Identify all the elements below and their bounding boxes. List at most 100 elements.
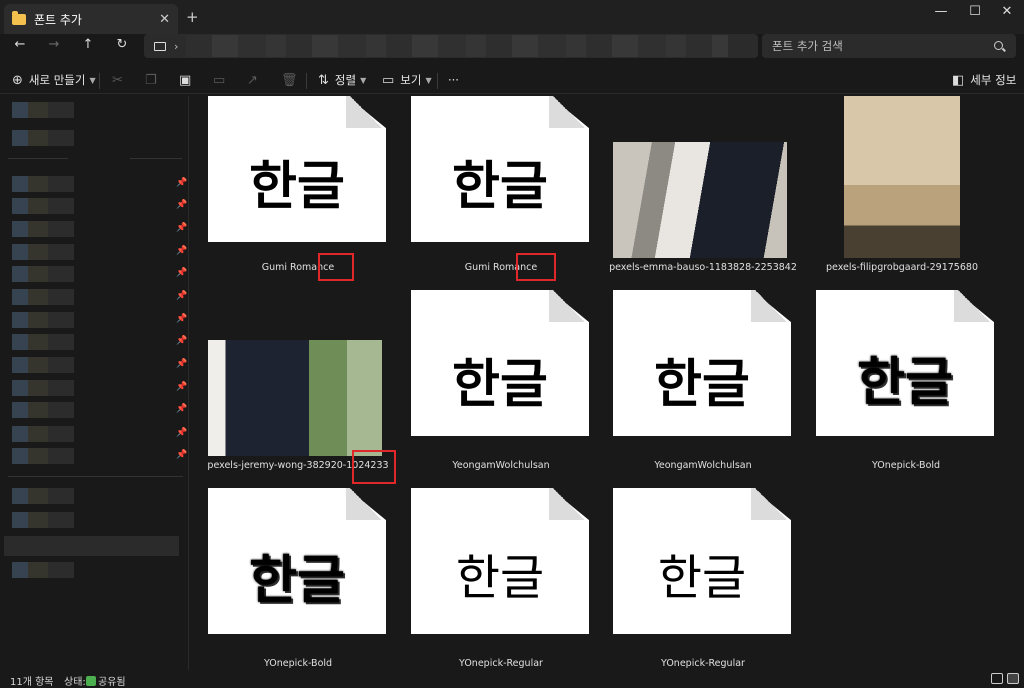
minimize-button[interactable]: — [926,4,956,19]
font-preview-glyph: 한글 [455,550,545,606]
tab-title: 폰트 추가 [34,12,82,27]
nav-item-selected[interactable] [4,536,179,556]
file-name: Gumi Romance [464,262,538,273]
view-button[interactable]: ▭ 보기 ▼ [382,71,432,89]
nav-item[interactable] [12,312,74,328]
pin-icon: 📌 [176,404,188,414]
nav-item[interactable] [12,334,74,350]
file-name: YOnepick-Regular [459,658,543,669]
shared-status: 공유됨 [86,673,126,688]
page-fold [751,488,791,520]
font-preview-glyph: 한글 [654,355,750,415]
font-preview-glyph: 한글 [452,355,548,415]
pin-icon: 📌 [176,200,188,210]
highlight-box [352,450,396,484]
nav-item[interactable] [12,402,74,418]
page-fold [549,290,589,322]
large-icons-view-button[interactable] [1007,673,1019,684]
blurred-path [186,35,728,57]
nav-item[interactable] [12,488,74,504]
photo-thumbnail [208,340,382,456]
nav-item[interactable] [12,512,74,528]
shared-icon [86,676,96,686]
more-options-button[interactable]: ··· [448,71,459,89]
clipboard-icon: ▣ [179,72,192,88]
rename-icon: ▭ [213,72,226,88]
font-preview-glyph: 한글 [657,550,747,606]
computer-icon [154,41,166,51]
folder-icon [12,10,26,25]
file-name: YeongamWolchulsan [452,460,550,471]
divider [306,73,307,89]
rename-button[interactable]: ▭ [213,71,231,89]
trash-icon: 🗑 [281,72,298,88]
new-button-label: 새로 만들기 [28,73,86,87]
pin-icon: 📌 [176,428,188,438]
state-label: 상태: [64,677,86,688]
nav-item[interactable] [12,448,74,464]
pin-icon: 📌 [176,291,188,301]
item-count: 11개 항목 [10,677,54,688]
page-fold [549,96,589,128]
pin-icon: 📌 [176,268,188,278]
details-view-button[interactable] [991,673,1003,684]
nav-item[interactable] [12,176,74,192]
refresh-button[interactable]: ↻ [110,37,134,55]
share-button[interactable]: ↗ [247,71,264,89]
file-name: pexels-emma-bauso-1183828-2253842 [609,262,797,273]
delete-button[interactable]: 🗑 [281,71,304,89]
cut-button[interactable]: ✂ [112,71,129,89]
file-name: pexels-filipgrobgaard-29175680 [826,262,978,273]
page-fold [549,488,589,520]
paste-button[interactable]: ▣ [179,71,197,89]
nav-item[interactable] [12,244,74,260]
nav-item[interactable] [12,198,74,214]
navigation-pane: 📌 📌 📌 📌 📌 📌 📌 📌 📌 📌 📌 📌 📌 [0,96,189,670]
nav-item[interactable] [12,357,74,373]
scissors-icon: ✂ [112,72,123,88]
font-preview-glyph: 한글 [249,551,345,611]
view-icon: ▭ [382,72,395,88]
nav-item[interactable] [12,102,74,118]
nav-item[interactable] [12,130,74,146]
details-pane-button[interactable]: ◧ 세부 정보 [952,71,1016,89]
highlight-box [516,253,556,281]
font-preview-glyph: 한글 [452,157,548,217]
close-window-button[interactable]: ✕ [992,4,1022,19]
new-tab-button[interactable]: + [186,8,199,26]
up-button[interactable]: ↑ [76,37,100,55]
copy-button[interactable]: ❐ [145,71,163,89]
nav-item[interactable] [12,266,74,282]
nav-item[interactable] [12,562,74,578]
address-bar[interactable]: › [144,34,758,58]
details-pane-icon: ◧ [952,72,965,88]
file-name: YeongamWolchulsan [654,460,752,471]
search-input[interactable] [762,34,1016,58]
divider [437,73,438,89]
forward-button[interactable]: → [42,37,66,55]
sort-button[interactable]: ⇅ 정렬 ▼ [318,71,366,89]
chevron-down-icon: ▼ [89,75,96,85]
tab-font-folder[interactable]: 폰트 추가 ✕ [4,4,178,34]
nav-item[interactable] [12,380,74,396]
page-fold [346,96,386,128]
divider [99,73,100,89]
more-icon: ··· [448,73,459,87]
copy-icon: ❐ [145,72,157,88]
nav-item[interactable] [12,289,74,305]
nav-item[interactable] [12,426,74,442]
pin-icon: 📌 [176,246,188,256]
status-bar: 11개 항목 상태: 공유됨 [0,670,1024,688]
divider [8,158,68,159]
pin-icon: 📌 [176,450,188,460]
tab-close-button[interactable]: ✕ [159,12,170,27]
maximize-button[interactable]: ☐ [960,4,990,19]
new-button[interactable]: ⊕ 새로 만들기 ▼ [12,71,96,89]
pin-icon: 📌 [176,382,188,392]
chevron-down-icon: ▼ [360,75,367,85]
file-name: YOnepick-Bold [871,460,941,471]
font-preview-glyph: 한글 [857,353,953,413]
nav-item[interactable] [12,221,74,237]
back-button[interactable]: ← [8,37,32,55]
pin-icon: 📌 [176,359,188,369]
